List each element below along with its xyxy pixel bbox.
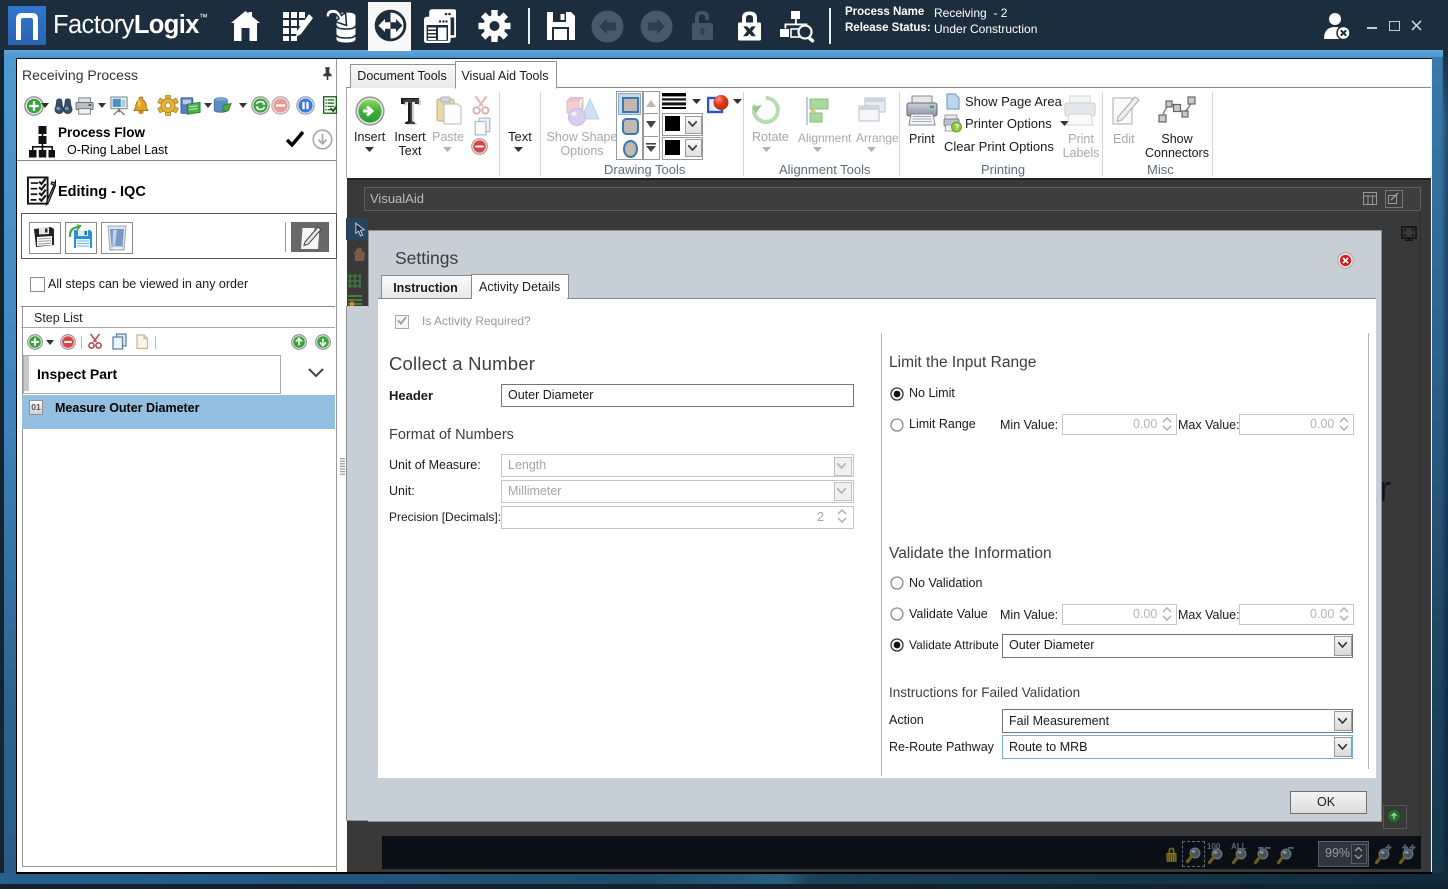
svg-text:?: ? [955,123,960,132]
